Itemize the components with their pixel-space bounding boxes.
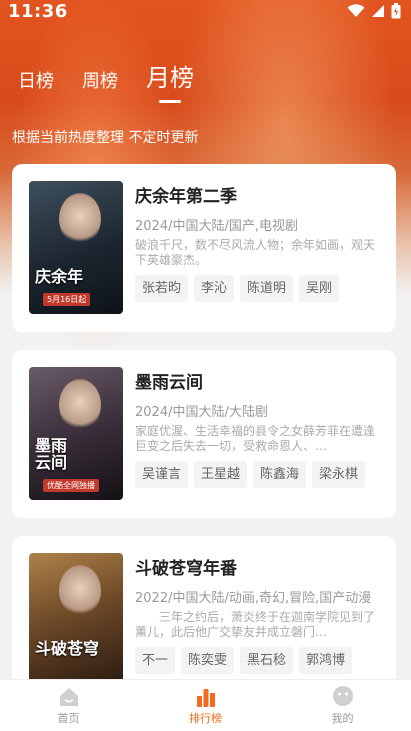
cast-chip[interactable]: 吴谨言 xyxy=(135,461,189,488)
item-title[interactable]: 墨雨云间 xyxy=(135,371,375,395)
cast-chip[interactable]: 陈奕雯 xyxy=(181,647,235,674)
item-description: 破浪千尺，数不尽风流人物；余年如画，观天下英雄豪杰。 xyxy=(135,238,375,267)
nav-profile-label: 我的 xyxy=(331,712,354,725)
poster-image[interactable]: 墨雨 云间 优酷全网独播 xyxy=(29,367,123,500)
poster-date: 优酷全网独播 xyxy=(43,479,99,492)
item-meta: 2022/中国大陆/动画,奇幻,冒险,国产动漫 xyxy=(135,591,372,606)
item-meta: 2024/中国大陆/大陆剧 xyxy=(135,405,268,420)
cast-chip[interactable]: 吴刚 xyxy=(299,275,340,302)
poster-date: 5月16日起 xyxy=(43,293,91,306)
item-info: 墨雨云间 2024/中国大陆/大陆剧 家庭优渥、生活幸福的县令之女薛芳菲在遭逢巨… xyxy=(135,367,375,518)
wifi-icon xyxy=(347,4,365,17)
item-meta: 2024/中国大陆/国产,电视剧 xyxy=(135,219,298,234)
item-description: 家庭优渥、生活幸福的县令之女薛芳菲在遭逢巨变之后失去一切，受救命恩人、… xyxy=(135,424,375,453)
poster-image[interactable]: 斗破苍穹 xyxy=(29,553,123,686)
item-title[interactable]: 斗破苍穹年番 xyxy=(135,557,375,581)
home-icon xyxy=(57,685,81,707)
list-item[interactable]: 墨雨 云间 优酷全网独播 墨雨云间 2024/中国大陆/大陆剧 家庭优渥、生活幸… xyxy=(12,350,396,518)
battery-icon xyxy=(391,3,401,19)
bottom-nav: 首页 排行榜 我的 xyxy=(0,679,411,731)
poster-figure xyxy=(59,379,101,431)
cast-chip[interactable]: 郭鸿博 xyxy=(299,647,353,674)
poster-title: 斗破苍穹 xyxy=(35,639,100,659)
cast-chip[interactable]: 李沁 xyxy=(194,275,235,302)
tab-weekly[interactable]: 周榜 xyxy=(82,67,118,101)
cast-list: 不一 陈奕雯 黑石稔 郭鸿博 xyxy=(135,647,375,674)
status-time: 11:36 xyxy=(8,0,68,22)
cast-chip[interactable]: 不一 xyxy=(135,647,176,674)
poster-title: 庆余年 xyxy=(35,267,84,287)
cast-chip[interactable]: 陈道明 xyxy=(240,275,294,302)
cast-list: 张若昀 李沁 陈道明 吴刚 xyxy=(135,275,375,302)
poster-figure xyxy=(59,565,101,617)
tab-monthly[interactable]: 月榜 xyxy=(146,58,194,101)
cast-chip[interactable]: 王星越 xyxy=(194,461,248,488)
nav-home-label: 首页 xyxy=(57,712,80,725)
list-item[interactable]: 庆余年 5月16日起 庆余年第二季 2024/中国大陆/国产,电视剧 破浪千尺，… xyxy=(12,164,396,332)
poster-figure xyxy=(59,193,101,245)
nav-ranking[interactable]: 排行榜 xyxy=(146,680,266,731)
ranking-subtitle: 根据当前热度整理 不定时更新 xyxy=(12,130,199,146)
poster-title: 墨雨 云间 xyxy=(35,436,68,473)
item-info: 庆余年第二季 2024/中国大陆/国产,电视剧 破浪千尺，数不尽风流人物；余年如… xyxy=(135,181,375,332)
tab-daily[interactable]: 日榜 xyxy=(18,67,54,101)
poster-image[interactable]: 庆余年 5月16日起 xyxy=(29,181,123,314)
item-title[interactable]: 庆余年第二季 xyxy=(135,185,375,209)
cast-chip[interactable]: 黑石稔 xyxy=(240,647,294,674)
nav-profile[interactable]: 我的 xyxy=(283,680,403,731)
nav-ranking-label: 排行榜 xyxy=(189,712,222,725)
ranking-list: 庆余年 5月16日起 庆余年第二季 2024/中国大陆/国产,电视剧 破浪千尺，… xyxy=(12,164,396,722)
bar-chart-icon xyxy=(194,685,218,707)
nav-home[interactable]: 首页 xyxy=(9,680,129,731)
status-icons xyxy=(347,3,401,19)
ranking-tabs: 日榜 周榜 月榜 xyxy=(18,58,194,101)
status-bar: 11:36 xyxy=(0,0,411,22)
signal-icon xyxy=(372,5,384,17)
smiley-icon xyxy=(331,685,355,707)
item-description: 三年之约后，萧炎终于在迦南学院见到了薰儿，此后他广交挚友并成立磐门… xyxy=(135,610,375,639)
cast-chip[interactable]: 梁永棋 xyxy=(312,461,366,488)
cast-chip[interactable]: 张若昀 xyxy=(135,275,189,302)
cast-chip[interactable]: 陈鑫海 xyxy=(253,461,307,488)
cast-list: 吴谨言 王星越 陈鑫海 梁永棋 xyxy=(135,461,375,488)
